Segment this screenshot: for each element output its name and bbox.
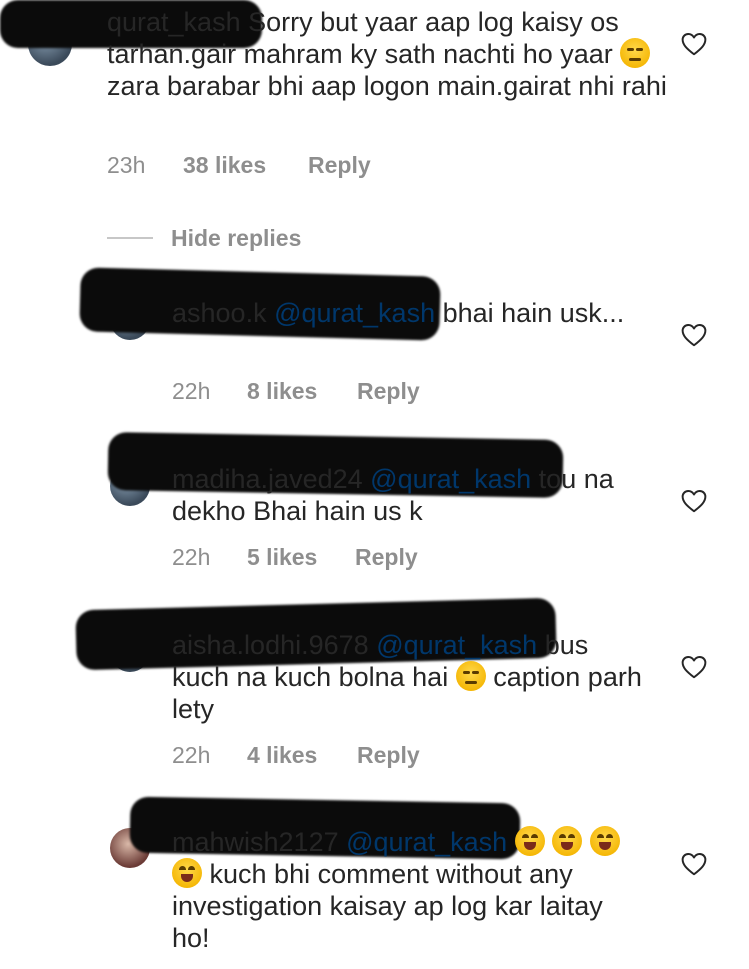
face-with-tears-of-joy-icon bbox=[172, 858, 202, 888]
reply-button[interactable]: Reply bbox=[308, 152, 371, 179]
hide-replies-label: Hide replies bbox=[171, 224, 302, 251]
reply-button[interactable]: Reply bbox=[355, 544, 418, 571]
expressionless-face-icon bbox=[455, 661, 486, 691]
reply-text: mahwish2127 @qurat_kash kuch bhi comment… bbox=[172, 826, 642, 954]
reply-username[interactable]: madiha.javed24 bbox=[172, 464, 363, 494]
heart-outline-icon[interactable] bbox=[681, 489, 707, 513]
reply-mention[interactable]: @qurat_kash bbox=[376, 630, 537, 660]
reply-text: aisha.lodhi.9678 @qurat_kash bus kuch na… bbox=[172, 629, 642, 725]
unamused-face-icon bbox=[620, 38, 651, 68]
reply-mention[interactable]: @qurat_kash bbox=[274, 298, 435, 328]
reply-body: kuch bhi comment without any investigati… bbox=[172, 859, 603, 953]
reply-time: 22h bbox=[172, 378, 211, 404]
face-with-tears-of-joy-icon bbox=[589, 826, 620, 856]
reply-username[interactable]: mahwish2127 bbox=[172, 827, 339, 857]
heart-outline-icon[interactable] bbox=[681, 852, 707, 876]
reply-username[interactable]: ashoo.k bbox=[172, 298, 267, 328]
face-with-tears-of-joy-icon bbox=[514, 826, 545, 856]
reply-meta: 22h 8 likes Reply bbox=[172, 378, 420, 405]
hide-replies-button[interactable]: Hide replies bbox=[107, 222, 301, 254]
heart-outline-icon[interactable] bbox=[681, 323, 707, 347]
comment-time: 23h bbox=[107, 152, 146, 178]
reply-meta: 22h 5 likes Reply bbox=[172, 544, 418, 571]
reply-mention[interactable]: @qurat_kash bbox=[370, 464, 531, 494]
reply-time: 22h bbox=[172, 544, 211, 570]
divider-line bbox=[107, 237, 153, 239]
reply-likes[interactable]: 4 likes bbox=[247, 742, 357, 769]
comment-text: qurat_kash Sorry but yaar aap log kaisy … bbox=[107, 6, 667, 102]
reply-likes[interactable]: 5 likes bbox=[247, 544, 355, 571]
reply-mention[interactable]: @qurat_kash bbox=[346, 827, 507, 857]
comment-body-continued: zara barabar bhi aap logon main.gairat n… bbox=[107, 71, 667, 101]
comment-likes[interactable]: 38 likes bbox=[183, 152, 308, 179]
heart-outline-icon[interactable] bbox=[681, 655, 707, 679]
reply-text: madiha.javed24 @qurat_kash tou na dekho … bbox=[172, 463, 652, 527]
reply-button[interactable]: Reply bbox=[357, 742, 420, 769]
reply-username[interactable]: aisha.lodhi.9678 bbox=[172, 630, 369, 660]
comment-username[interactable]: qurat_kash bbox=[107, 7, 241, 37]
heart-outline-icon[interactable] bbox=[681, 32, 707, 56]
reply-body: bhai hain usk... bbox=[442, 298, 625, 328]
reply-likes[interactable]: 8 likes bbox=[247, 378, 357, 405]
reply-button[interactable]: Reply bbox=[357, 378, 420, 405]
reply-time: 22h bbox=[172, 742, 211, 768]
face-with-tears-of-joy-icon bbox=[552, 826, 583, 856]
comment-meta: 23h 38 likes Reply bbox=[107, 152, 371, 179]
reply-meta: 22h 4 likes Reply bbox=[172, 742, 420, 769]
reply-text: ashoo.k @qurat_kash bhai hain usk... bbox=[172, 297, 642, 329]
